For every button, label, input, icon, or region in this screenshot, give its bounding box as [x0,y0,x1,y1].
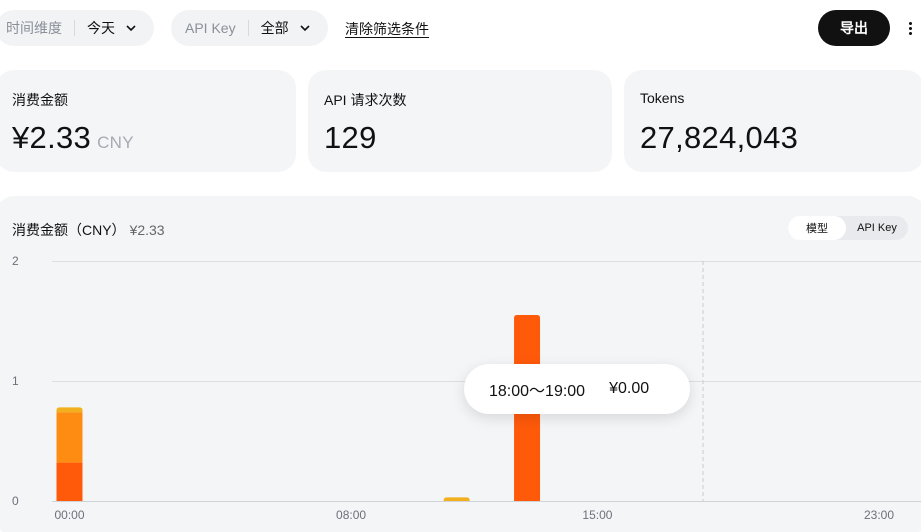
x-tick-label: 23:00 [864,508,894,522]
chart-tooltip: 18:00～19:00 ¥0.00 [464,364,690,414]
x-tick-label: 08:00 [336,508,366,522]
cost-bar-chart: 0 1 2 00:00 08:00 15:00 23:00 [12,254,921,522]
x-tick-label: 00:00 [54,508,84,522]
bar-segment [443,497,470,501]
y-tick-label: 2 [12,254,19,268]
bar-segment [56,462,83,501]
y-tick-label: 1 [12,374,19,388]
bar-segment [56,412,83,463]
tooltip-value: ¥0.00 [609,380,650,397]
tooltip-time-range: 18:00～19:00 [489,383,586,400]
y-tick-label: 0 [12,494,19,508]
x-tick-label: 15:00 [582,508,612,522]
bar-segment [56,407,83,413]
